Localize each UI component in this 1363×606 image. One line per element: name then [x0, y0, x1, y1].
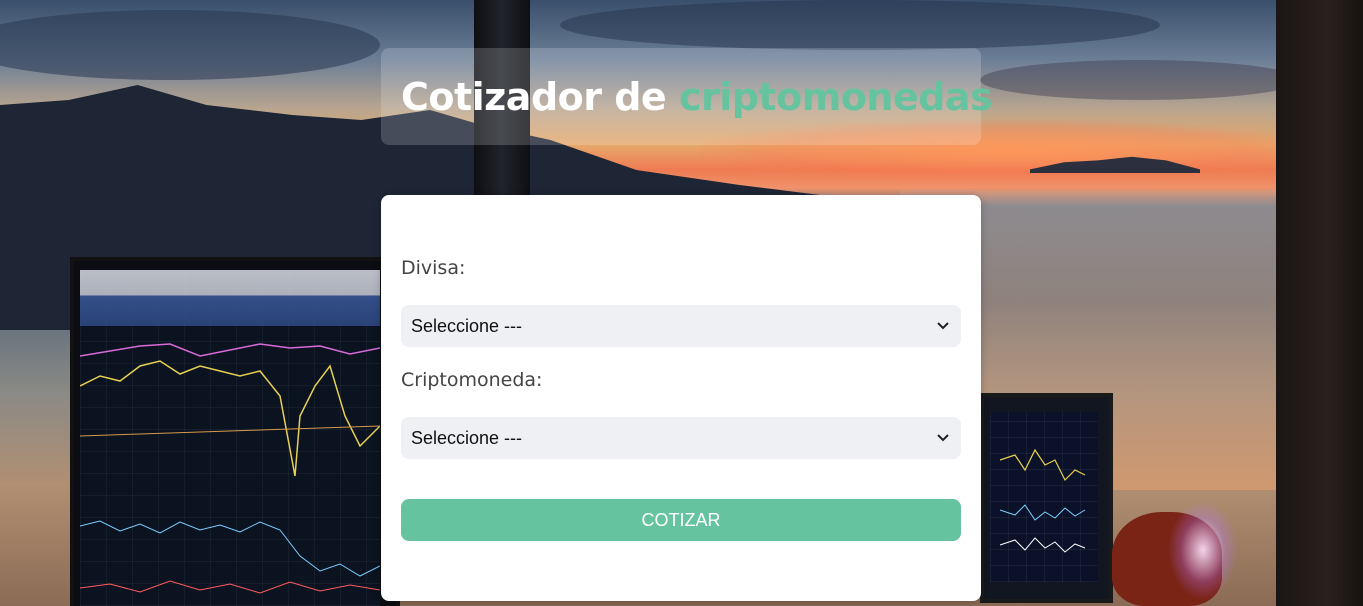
trading-toolbar [80, 270, 380, 326]
page-title: Cotizador de criptomonedas [401, 68, 993, 126]
title-prefix: Cotizador de [401, 75, 667, 119]
quote-button[interactable]: COTIZAR [401, 499, 961, 541]
cloud [560, 0, 1160, 50]
crypto-label: Criptomoneda: [401, 369, 543, 391]
stock-chart-graphic [80, 343, 380, 594]
cloud [980, 60, 1300, 100]
title-accent: criptomonedas [678, 75, 993, 119]
crypto-select[interactable]: Seleccione --- [401, 417, 961, 459]
laptop-chart-graphic [999, 448, 1086, 553]
window-frame [1276, 0, 1363, 606]
chevron-down-icon [935, 318, 951, 334]
currency-label: Divisa: [401, 257, 466, 279]
currency-select-value: Seleccione --- [411, 315, 523, 336]
usb-lamp-light [1168, 500, 1238, 600]
chevron-down-icon [935, 430, 951, 446]
currency-select[interactable]: Seleccione --- [401, 305, 961, 347]
crypto-select-value: Seleccione --- [411, 427, 523, 448]
quote-form: Divisa: Seleccione --- Criptomoneda: Sel… [381, 195, 981, 601]
cloud [0, 10, 380, 80]
